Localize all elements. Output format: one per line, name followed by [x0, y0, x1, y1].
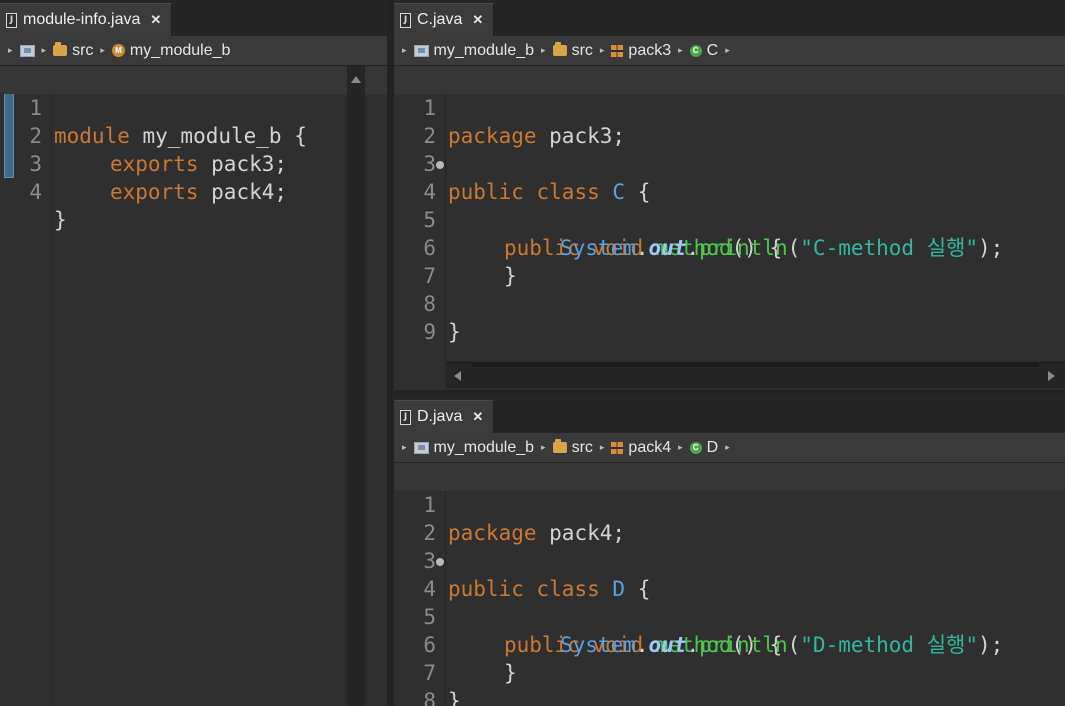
code-line: 5 System.out.println("D-method 실행");: [394, 575, 1065, 657]
line-number: 8: [423, 689, 436, 706]
code-line: 4 public void method() {: [394, 150, 1065, 260]
code-line: 2 exports pack3;: [0, 94, 387, 176]
java-file-icon: J: [6, 12, 17, 28]
code-line: 1 package pack4;: [394, 463, 1065, 545]
breadcrumb-item-class[interactable]: C: [707, 42, 719, 60]
code-line: 8 }: [394, 262, 1065, 344]
breadcrumb-item-package[interactable]: pack3: [628, 42, 671, 60]
close-icon[interactable]: ✕: [472, 12, 483, 28]
breadcrumb-arrow-icon[interactable]: ▸: [725, 45, 730, 56]
module-info-editor: J module-info.java ✕ ▸ ▸ src ▸ M my_modu…: [0, 0, 387, 706]
code-line: 2: [394, 94, 1065, 148]
code-line: 6 }: [394, 603, 1065, 685]
breadcrumb: ▸ ▸ src ▸ M my_module_b: [0, 36, 387, 66]
code-line: 3 public class C {: [394, 122, 1065, 204]
tab-c-java[interactable]: J C.java ✕: [394, 3, 495, 36]
breadcrumb-item-project[interactable]: my_module_b: [434, 439, 535, 457]
horizontal-scrollbar[interactable]: [446, 362, 1065, 388]
java-file-icon: J: [400, 12, 411, 28]
package-icon: [611, 44, 624, 57]
fold-collapse-icon[interactable]: [436, 558, 444, 566]
package-folder-icon: [552, 42, 567, 56]
tab-label: module-info.java: [23, 11, 141, 28]
class-icon: C: [689, 441, 702, 454]
breadcrumb-item-class[interactable]: D: [707, 439, 719, 457]
breadcrumb-item-src[interactable]: src: [572, 439, 593, 457]
code-line: 1 module my_module_b {: [0, 66, 387, 148]
breadcrumb-arrow-icon[interactable]: ▸: [600, 442, 605, 453]
code-area[interactable]: 1 package pack3; 2 3 public class C { 4 …: [394, 66, 1065, 390]
code-line: 7 }: [394, 631, 1065, 706]
code-line: 1 package pack3;: [394, 66, 1065, 148]
code-area[interactable]: 1 module my_module_b { 2 exports pack3; …: [0, 66, 387, 706]
code-text: pack4;: [198, 180, 288, 204]
line-number: 4: [29, 180, 42, 204]
tab-bar: J C.java ✕: [394, 0, 1065, 36]
close-icon[interactable]: ✕: [472, 409, 483, 425]
module-icon: M: [111, 44, 125, 57]
code-text: }: [54, 208, 67, 232]
breadcrumb-item-package[interactable]: pack4: [628, 439, 671, 457]
c-java-editor: J C.java ✕ ▸ my_module_b ▸ src ▸ pack3 ▸…: [394, 0, 1065, 390]
vertical-scrollbar[interactable]: [347, 66, 365, 706]
close-icon[interactable]: ✕: [150, 12, 161, 28]
scroll-right-icon[interactable]: [1048, 371, 1055, 381]
code-line: 8: [394, 659, 1065, 706]
code-area[interactable]: 1 package pack4; 2 3 public class D { 4 …: [394, 463, 1065, 706]
breadcrumb: ▸ my_module_b ▸ src ▸ pack3 ▸ C C ▸: [394, 36, 1065, 66]
breadcrumb: ▸ my_module_b ▸ src ▸ pack4 ▸ C D ▸: [394, 433, 1065, 463]
code-line: 4 }: [0, 150, 387, 232]
tab-label: C.java: [417, 11, 463, 28]
breadcrumb-arrow-icon[interactable]: ▸: [8, 45, 13, 56]
horizontal-splitter[interactable]: [394, 390, 1065, 397]
project-icon: [413, 44, 429, 57]
breadcrumb-item-src[interactable]: src: [572, 42, 593, 60]
breadcrumb-arrow-icon[interactable]: ▸: [402, 45, 407, 56]
package-folder-icon: [53, 42, 68, 56]
code-line: 4 public void method() {: [394, 547, 1065, 657]
breadcrumb-item-src[interactable]: src: [72, 42, 93, 60]
package-icon: [611, 441, 624, 454]
breadcrumb-arrow-icon[interactable]: ▸: [678, 442, 683, 453]
scroll-up-icon[interactable]: [351, 76, 361, 83]
tab-module-info[interactable]: J module-info.java ✕: [0, 3, 173, 36]
d-java-editor: J D.java ✕ ▸ my_module_b ▸ src ▸ pack4 ▸…: [394, 397, 1065, 706]
tab-bar: J module-info.java ✕: [0, 0, 387, 36]
scroll-left-icon[interactable]: [454, 371, 461, 381]
breadcrumb-arrow-icon[interactable]: ▸: [541, 442, 546, 453]
breadcrumb-item-module[interactable]: my_module_b: [130, 42, 231, 60]
project-icon: [413, 441, 429, 454]
breadcrumb-arrow-icon[interactable]: ▸: [541, 45, 546, 56]
java-file-icon: J: [400, 409, 411, 425]
tab-label: D.java: [417, 408, 463, 425]
breadcrumb-arrow-icon[interactable]: ▸: [600, 45, 605, 56]
line-number: 9: [423, 320, 436, 344]
vertical-splitter[interactable]: [387, 0, 394, 706]
breadcrumb-arrow-icon[interactable]: ▸: [100, 45, 105, 56]
code-line: 6 }: [394, 206, 1065, 288]
fold-collapse-icon[interactable]: [436, 161, 444, 169]
breadcrumb-arrow-icon[interactable]: ▸: [725, 442, 730, 453]
code-line: 3 public class D {: [394, 519, 1065, 601]
tab-bar: J D.java ✕: [394, 397, 1065, 433]
breadcrumb-item-project[interactable]: my_module_b: [434, 42, 535, 60]
breadcrumb-arrow-icon[interactable]: ▸: [402, 442, 407, 453]
breadcrumb-arrow-icon[interactable]: ▸: [42, 45, 47, 56]
code-line: 5 System.out.println("C-method 실행");: [394, 178, 1065, 260]
keyword: exports: [110, 180, 199, 204]
code-line: 3 exports pack4;: [0, 122, 387, 204]
code-line: 7: [394, 234, 1065, 288]
breadcrumb-arrow-icon[interactable]: ▸: [678, 45, 683, 56]
project-icon[interactable]: [19, 44, 35, 57]
tab-d-java[interactable]: J D.java ✕: [394, 400, 495, 433]
scrollbar-thumb[interactable]: [472, 363, 1039, 367]
code-line: 2: [394, 491, 1065, 545]
class-icon: C: [689, 44, 702, 57]
code-line: 9: [394, 290, 1065, 344]
package-folder-icon: [552, 439, 567, 453]
